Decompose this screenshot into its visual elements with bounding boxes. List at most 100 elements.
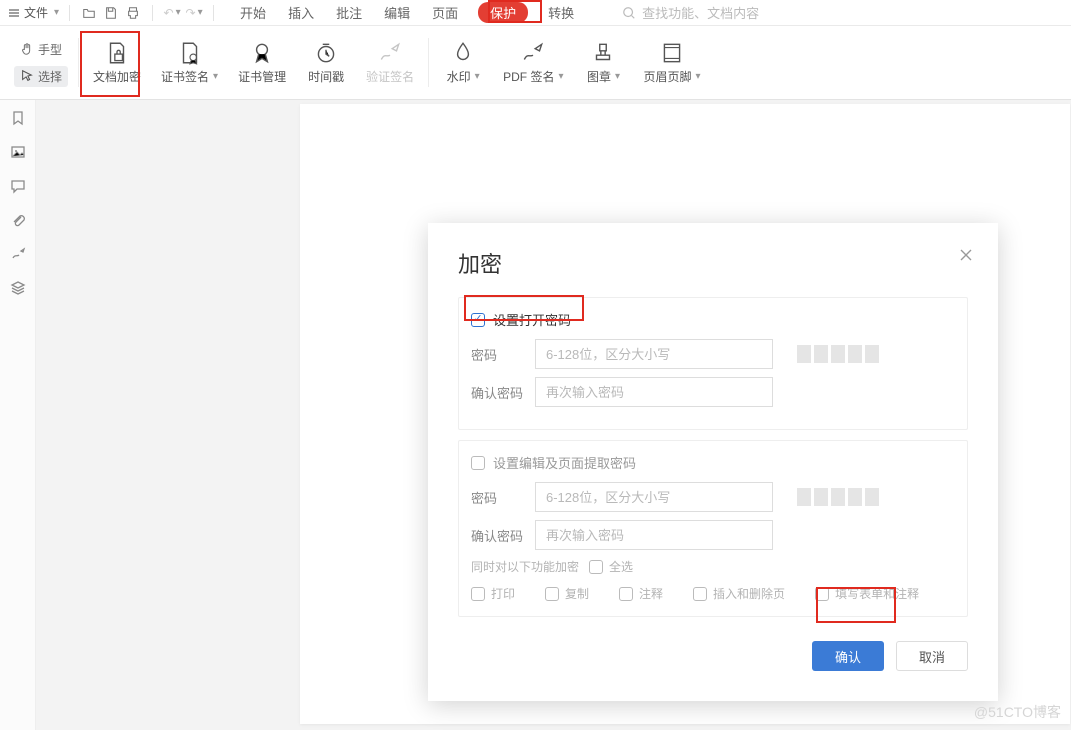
tool-encrypt[interactable]: 文档加密 xyxy=(83,26,151,99)
save-icon[interactable] xyxy=(102,4,120,22)
attachment-icon[interactable] xyxy=(10,212,26,228)
checkbox-unchecked-icon xyxy=(545,587,559,601)
certificate-sign-icon xyxy=(177,40,203,66)
checkbox-unchecked-icon xyxy=(693,587,707,601)
stamp-icon xyxy=(590,40,616,66)
mode-column: 手型 选择 xyxy=(8,26,74,99)
verify-sign-icon xyxy=(377,40,403,66)
comment-icon[interactable] xyxy=(10,178,26,194)
confirm-password-label: 确认密码 xyxy=(471,526,525,545)
image-icon[interactable] xyxy=(10,144,26,160)
opt-insert-delete[interactable]: 插入和删除页 xyxy=(693,585,785,602)
top-bar: 文件 ▾ ↶▾ ↷▾ 开始 插入 批注 编辑 页面 保护 转换 查找功能、文档内… xyxy=(0,0,1071,26)
password-label: 密码 xyxy=(471,488,525,507)
tool-header-footer[interactable]: 页眉页脚▾ xyxy=(633,26,710,99)
sub-options: 同时对以下功能加密 全选 打印 复制 注释 插入和删除页 填写表单和注释 xyxy=(471,558,955,602)
password-label: 密码 xyxy=(471,345,525,364)
password-strength-meter xyxy=(797,345,879,363)
opt-form[interactable]: 填写表单和注释 xyxy=(815,585,919,602)
select-mode[interactable]: 选择 xyxy=(14,66,68,87)
dialog-close-icon[interactable] xyxy=(958,247,974,266)
bookmark-icon[interactable] xyxy=(10,110,26,126)
tab-convert[interactable]: 转换 xyxy=(546,1,576,24)
checkbox-unchecked-icon xyxy=(471,456,485,470)
tab-start[interactable]: 开始 xyxy=(238,1,268,24)
hand-mode[interactable]: 手型 xyxy=(14,39,68,60)
open-password-confirm-input[interactable] xyxy=(535,377,773,407)
watermark-text: @51CTO博客 xyxy=(974,702,1061,722)
dialog-title: 加密 xyxy=(458,247,968,279)
set-edit-password-checkbox[interactable]: 设置编辑及页面提取密码 xyxy=(471,453,955,472)
open-icon[interactable] xyxy=(80,4,98,22)
redo-icon[interactable]: ↷▾ xyxy=(185,4,203,22)
certificate-manage-icon xyxy=(249,40,275,66)
open-password-section: 设置打开密码 密码 确认密码 xyxy=(458,297,968,430)
search-placeholder: 查找功能、文档内容 xyxy=(642,3,759,22)
left-sidebar xyxy=(0,100,36,730)
opt-copy[interactable]: 复制 xyxy=(545,585,589,602)
document-lock-icon xyxy=(104,40,130,66)
print-icon[interactable] xyxy=(124,4,142,22)
tab-annotate[interactable]: 批注 xyxy=(334,1,364,24)
tool-timestamp[interactable]: 时间戳 xyxy=(296,26,356,99)
tool-stamp[interactable]: 图章▾ xyxy=(573,26,633,99)
watermark-icon xyxy=(450,40,476,66)
ribbon-separator xyxy=(428,38,429,87)
separator xyxy=(213,5,214,21)
tool-cert-manage[interactable]: 证书管理 xyxy=(228,26,296,99)
tab-protect[interactable]: 保护 xyxy=(478,2,528,23)
opt-print[interactable]: 打印 xyxy=(471,585,515,602)
checkbox-unchecked-icon xyxy=(589,560,603,574)
tool-verify-sign[interactable]: 验证签名 xyxy=(356,26,424,99)
chevron-down-icon: ▾ xyxy=(615,71,620,82)
clock-icon xyxy=(313,40,339,66)
open-password-row: 密码 xyxy=(471,339,955,369)
edit-password-row: 密码 xyxy=(471,482,955,512)
opt-comment[interactable]: 注释 xyxy=(619,585,663,602)
pdf-sign-icon xyxy=(520,40,546,66)
search-box[interactable]: 查找功能、文档内容 xyxy=(622,3,759,22)
layers-icon[interactable] xyxy=(10,280,26,296)
set-open-password-checkbox[interactable]: 设置打开密码 xyxy=(471,310,955,329)
ribbon-separator xyxy=(78,38,79,87)
header-footer-icon xyxy=(659,40,685,66)
tool-pdf-sign[interactable]: PDF 签名▾ xyxy=(493,26,573,99)
select-all-checkbox[interactable]: 全选 xyxy=(589,558,633,575)
tab-edit[interactable]: 编辑 xyxy=(382,1,412,24)
tab-insert[interactable]: 插入 xyxy=(286,1,316,24)
checkbox-unchecked-icon xyxy=(619,587,633,601)
cancel-button[interactable]: 取消 xyxy=(896,641,968,671)
cursor-icon xyxy=(20,69,34,83)
menu-tabs: 开始 插入 批注 编辑 页面 保护 转换 xyxy=(238,1,576,24)
signature-panel-icon[interactable] xyxy=(10,246,26,262)
file-label: 文件 xyxy=(24,4,48,21)
password-strength-meter xyxy=(797,488,879,506)
checkbox-checked-icon xyxy=(471,313,485,327)
ribbon: 手型 选择 文档加密 证书签名▾ 证书管理 时间戳 验证签名 水印▾ PDF 签… xyxy=(0,26,1071,100)
tool-watermark[interactable]: 水印▾ xyxy=(433,26,493,99)
chevron-down-icon: ▾ xyxy=(558,71,563,82)
confirm-password-label: 确认密码 xyxy=(471,383,525,402)
open-password-input[interactable] xyxy=(535,339,773,369)
file-menu[interactable]: 文件 ▾ xyxy=(8,4,59,21)
separator xyxy=(152,5,153,21)
open-password-confirm-row: 确认密码 xyxy=(471,377,955,407)
undo-icon[interactable]: ↶▾ xyxy=(163,4,181,22)
chevron-down-icon: ▾ xyxy=(696,71,701,82)
edit-password-confirm-input[interactable] xyxy=(535,520,773,550)
edit-password-section: 设置编辑及页面提取密码 密码 确认密码 同时对以下功能加密 全选 打印 复制 注… xyxy=(458,440,968,617)
encrypt-dialog: 加密 设置打开密码 密码 确认密码 设置编辑及页面提取密码 密码 确认密码 xyxy=(428,223,998,701)
dialog-actions: 确认 取消 xyxy=(458,641,968,671)
chevron-down-icon: ▾ xyxy=(54,7,59,18)
sub-options-label: 同时对以下功能加密 xyxy=(471,558,579,575)
checkbox-unchecked-icon xyxy=(471,587,485,601)
separator xyxy=(69,5,70,21)
tool-cert-sign[interactable]: 证书签名▾ xyxy=(151,26,228,99)
checkbox-unchecked-icon xyxy=(815,587,829,601)
tab-page[interactable]: 页面 xyxy=(430,1,460,24)
edit-password-confirm-row: 确认密码 xyxy=(471,520,955,550)
ok-button[interactable]: 确认 xyxy=(812,641,884,671)
chevron-down-icon: ▾ xyxy=(213,71,218,82)
hamburger-icon xyxy=(8,7,20,19)
edit-password-input[interactable] xyxy=(535,482,773,512)
